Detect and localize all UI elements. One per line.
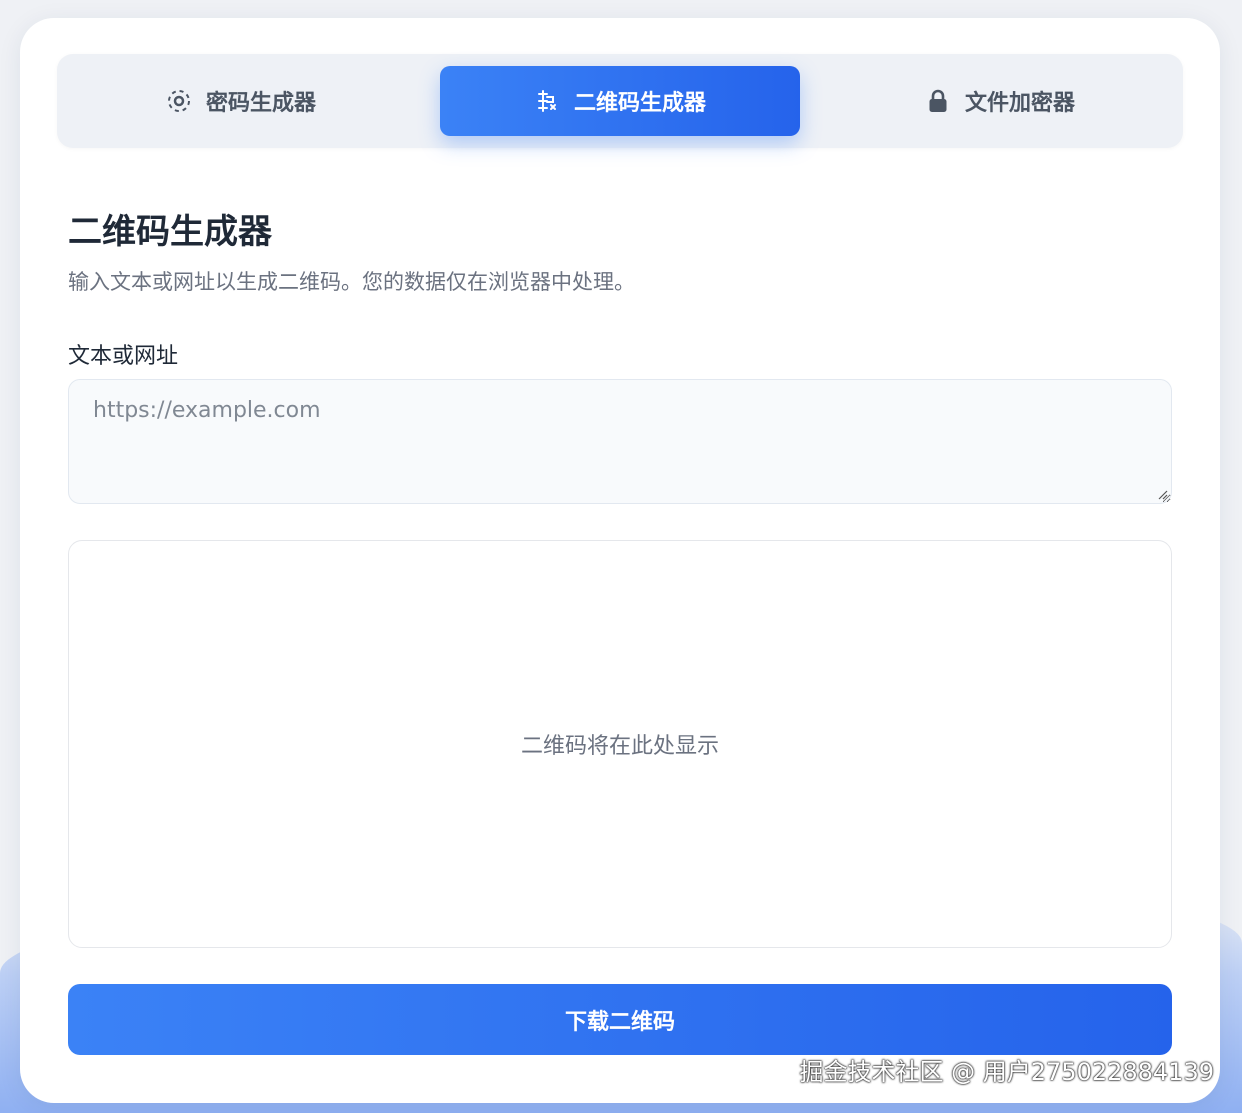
qr-preview-area: 二维码将在此处显示 xyxy=(68,540,1172,948)
tab-qr-generator[interactable]: 二维码生成器 xyxy=(440,66,800,136)
tab-label: 密码生成器 xyxy=(205,91,316,116)
main-card: 密码生成器 二维码生成器 文件加密器 二维码生成器 输入文本或网址以生成二维码。… xyxy=(20,18,1220,1103)
tab-label: 文件加密器 xyxy=(964,91,1075,116)
page-subtitle: 输入文本或网址以生成二维码。您的数据仅在浏览器中处理。 xyxy=(68,270,635,294)
text-url-input[interactable] xyxy=(68,379,1172,504)
tab-file-encryptor[interactable]: 文件加密器 xyxy=(820,66,1180,136)
tab-label: 二维码生成器 xyxy=(573,91,706,116)
qr-placeholder-text: 二维码将在此处显示 xyxy=(520,734,719,759)
qr-code-icon xyxy=(534,88,560,114)
lock-icon xyxy=(925,88,951,114)
download-qr-button[interactable]: 下载二维码 xyxy=(68,984,1172,1055)
page-title: 二维码生成器 xyxy=(68,212,272,252)
tab-bar: 密码生成器 二维码生成器 文件加密器 xyxy=(57,54,1183,148)
resize-handle-icon[interactable] xyxy=(1156,488,1168,500)
tab-password-generator[interactable]: 密码生成器 xyxy=(61,66,421,136)
watermark: 掘金技术社区 @ 用户2750228841​39 xyxy=(799,1058,1215,1086)
input-label: 文本或网址 xyxy=(68,344,179,369)
password-gear-icon xyxy=(166,88,192,114)
